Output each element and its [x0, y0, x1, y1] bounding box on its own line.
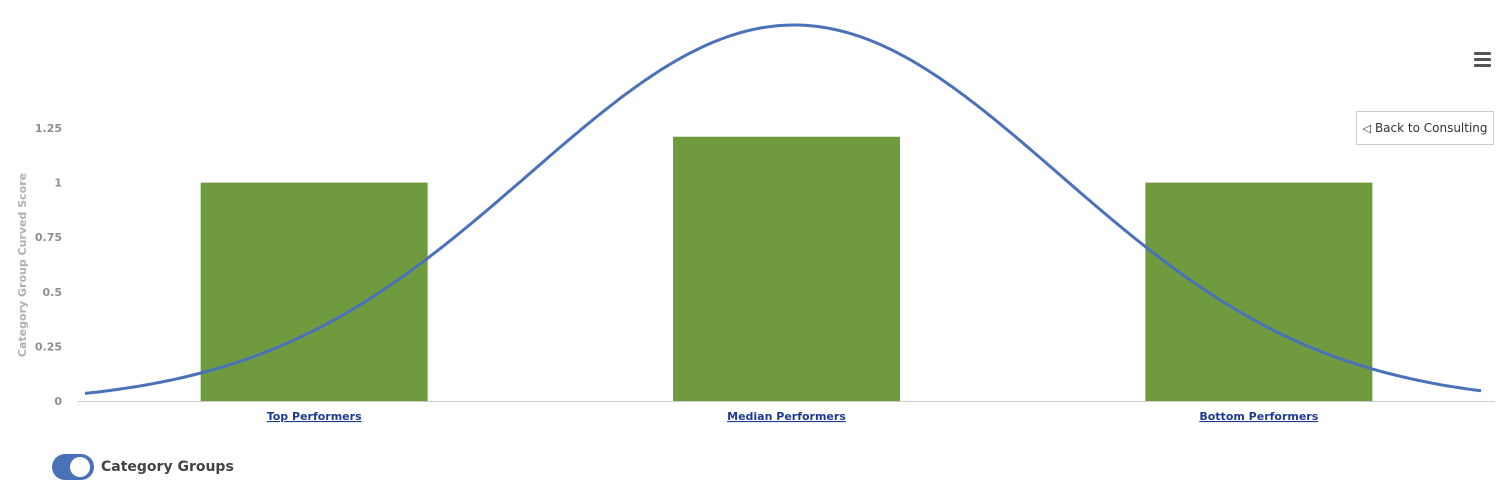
back-button-label: Back to Consulting	[1374, 121, 1488, 135]
chart-area: 0 0.25 0.5 0.75 1 1.25 Top Performers Median P…	[0, 0, 1507, 440]
x-category-link[interactable]: Median Performers	[727, 410, 846, 423]
y-tick-label: 1	[54, 177, 62, 190]
toggle-knob	[70, 457, 90, 477]
back-to-consulting-button[interactable]: ◁ Back to Consulting	[1356, 111, 1494, 145]
bar[interactable]	[200, 182, 428, 401]
y-tick-label: 1.25	[35, 122, 62, 135]
bar[interactable]	[673, 136, 900, 401]
bars	[200, 136, 1373, 401]
y-tick-label: 0.25	[35, 340, 62, 353]
bar[interactable]	[1145, 182, 1373, 401]
y-axis-ticks: 0 0.25 0.5 0.75 1 1.25	[35, 122, 62, 408]
hamburger-menu-icon[interactable]	[1474, 52, 1494, 70]
y-tick-label: 0.75	[35, 231, 62, 244]
toggle-label: Category Groups	[101, 459, 234, 475]
y-tick-label: 0.5	[43, 286, 63, 299]
bar-chart: 0 0.25 0.5 0.75 1 1.25 Top Performers Median P…	[16, 23, 1495, 423]
x-category-link[interactable]: Bottom Performers	[1199, 410, 1318, 423]
x-axis-labels: Top Performers Median Performers Bottom Pe…	[267, 410, 1319, 423]
category-groups-toggle-row: Category Groups	[52, 454, 234, 480]
chevron-left-icon: ◁	[1362, 121, 1371, 135]
x-category-link[interactable]: Top Performers	[267, 410, 362, 423]
category-groups-toggle[interactable]	[52, 454, 94, 480]
y-axis-title: Category Group Curved Score	[16, 173, 29, 357]
y-tick-label: 0	[54, 395, 62, 408]
